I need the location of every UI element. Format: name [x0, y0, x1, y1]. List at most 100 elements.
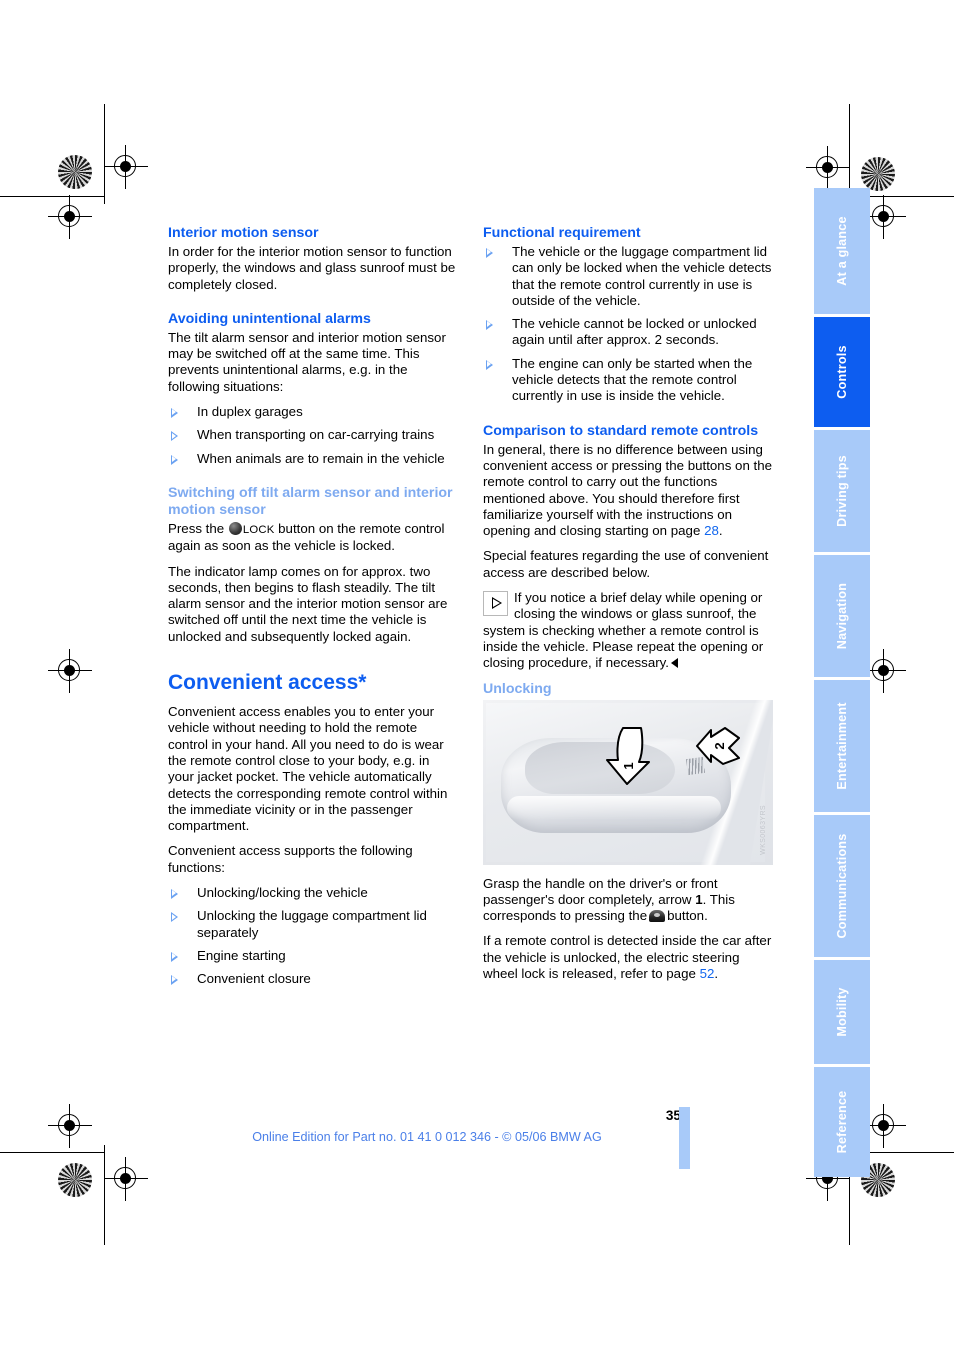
paragraph-comparison: In general, there is no difference betwe… — [483, 442, 773, 540]
page-reference-52[interactable]: 52 — [700, 966, 715, 981]
right-column: Functional requirement The vehicle or th… — [483, 225, 773, 991]
paragraph-avoiding-alarms: The tilt alarm sensor and interior motio… — [168, 329, 446, 394]
tab-at-a-glance[interactable]: At a glance — [814, 188, 870, 314]
heading-convenient-access: Convenient access* — [168, 671, 367, 695]
heading-functional-requirement: Functional requirement — [483, 225, 641, 241]
tab-communications[interactable]: Communications — [814, 815, 870, 957]
tab-label: Navigation — [835, 582, 849, 650]
figure-arrow-2-label: 2 — [712, 742, 727, 749]
list-item: When transporting on car-carrying trains — [168, 427, 458, 443]
tab-reference[interactable]: Reference — [814, 1067, 870, 1177]
registration-mark-top-left-inner — [104, 145, 148, 189]
footer-text: Online Edition for Part no. 01 41 0 012 … — [252, 1130, 602, 1144]
paragraph-special-features: Special features regarding the use of co… — [483, 548, 769, 580]
page-number: 35 — [665, 1108, 681, 1123]
list-functional-requirements: The vehicle or the luggage compartment l… — [483, 244, 773, 405]
crop-line-top-left-h — [0, 196, 104, 198]
note-triangle-icon — [483, 591, 508, 617]
registration-mark-top-right-inner — [806, 146, 850, 190]
press-lock-pre: Press the — [168, 520, 225, 536]
figure-door-handle: 1 2 WKS0063YRS — [483, 699, 773, 865]
figure-arrow-1: 1 — [605, 726, 655, 788]
paragraph-press-lock-button: Press the LOCK button on the remote cont… — [168, 521, 458, 555]
bullet-triangle-inner-icon — [487, 249, 491, 256]
heading-comparison-standard-remote: Comparison to standard remote controls — [483, 422, 759, 439]
subheading-unlocking: Unlocking — [483, 680, 552, 697]
paragraph-convenient-access-functions: Convenient access supports the following… — [168, 843, 413, 875]
tab-driving-tips[interactable]: Driving tips — [814, 430, 870, 552]
tab-label: Driving tips — [835, 455, 849, 527]
heading-interior-motion-sensor: Interior motion sensor — [168, 225, 319, 241]
tab-label: Mobility — [835, 987, 849, 1037]
list-item: Engine starting — [168, 948, 458, 964]
comparison-post: . — [718, 523, 723, 539]
list-item-label: Convenient closure — [197, 971, 311, 987]
list-item-label: Unlocking the luggage compartment lid se… — [197, 908, 427, 940]
list-item: When animals are to remain in the vehicl… — [168, 451, 458, 467]
steering-pre: If a remote control is detected inside t… — [483, 933, 772, 982]
unlock-button-icon — [649, 910, 666, 923]
grasp-arrow-number: 1 — [695, 891, 703, 907]
list-item-label: Engine starting — [197, 947, 286, 963]
list-item-label: The vehicle cannot be locked or unlocked… — [512, 316, 757, 348]
tab-label: At a glance — [835, 216, 849, 286]
registration-mark-top-left-outer — [48, 195, 92, 239]
crop-line-bottom-left-v — [104, 1145, 106, 1245]
crop-line-bottom-left-h — [0, 1152, 104, 1154]
steering-post: . — [714, 966, 719, 982]
list-item: The engine can only be started when the … — [483, 356, 773, 405]
footer-line: Online Edition for Part no. 01 41 0 012 … — [0, 1130, 954, 1144]
registration-mark-mid-left — [48, 649, 92, 693]
star-target-bottom-left — [58, 1163, 92, 1197]
star-target-top-right — [861, 157, 895, 191]
figure-arrow-1-label: 1 — [621, 762, 636, 769]
bullet-triangle-inner-icon — [172, 432, 176, 439]
grasp-pre: Grasp the handle on the driver's or fron… — [483, 875, 718, 907]
figure-handle-highlight — [507, 795, 721, 820]
bullet-triangle-inner-icon — [172, 455, 176, 462]
page-reference-28[interactable]: 28 — [704, 523, 719, 538]
note-end-marker-icon — [671, 658, 679, 669]
list-item-label: The vehicle or the luggage compartment l… — [512, 244, 772, 308]
list-alarm-situations: In duplex garages When transporting on c… — [168, 404, 458, 467]
paragraph-convenient-access-intro: Convenient access enables you to enter y… — [168, 704, 448, 834]
bullet-triangle-inner-icon — [172, 953, 176, 960]
note-text: If you notice a brief delay while openin… — [483, 590, 764, 671]
tab-label: Communications — [835, 833, 849, 939]
tab-entertainment[interactable]: Entertainment — [814, 680, 870, 812]
registration-mark-bottom-left-inner — [104, 1157, 148, 1201]
heading-avoiding-unintentional-alarms: Avoiding unintentional alarms — [168, 310, 371, 327]
subheading-switching-off-tilt-alarm: Switching off tilt alarm sensor and inte… — [168, 484, 453, 518]
list-item-label: When animals are to remain in the vehicl… — [197, 450, 445, 466]
grasp-post: button. — [667, 908, 708, 924]
left-column: Interior motion sensor In order for the … — [168, 225, 458, 997]
paragraph-interior-motion-sensor: In order for the interior motion sensor … — [168, 244, 456, 292]
list-item: Convenient closure — [168, 971, 458, 987]
list-item: Unlocking the luggage compartment lid se… — [168, 908, 458, 941]
comparison-pre: In general, there is no difference betwe… — [483, 441, 773, 539]
bullet-triangle-inner-icon — [487, 360, 491, 367]
list-item: Unlocking/locking the vehicle — [168, 885, 458, 901]
tab-navigation[interactable]: Navigation — [814, 555, 870, 677]
bullet-triangle-inner-icon — [487, 321, 491, 328]
list-item-label: Unlocking/locking the vehicle — [197, 885, 368, 901]
bullet-triangle-inner-icon — [172, 913, 176, 920]
figure-arrow-2: 2 — [695, 726, 741, 766]
list-convenient-access-functions: Unlocking/locking the vehicle Unlocking … — [168, 885, 458, 987]
note-box: If you notice a brief delay while openin… — [483, 590, 773, 671]
lock-button-label: LOCK — [242, 523, 275, 536]
star-target-top-left — [58, 155, 92, 189]
tab-controls[interactable]: Controls — [814, 317, 870, 427]
lock-button-icon — [228, 521, 242, 535]
tab-label: Entertainment — [835, 702, 849, 790]
list-item: The vehicle cannot be locked or unlocked… — [483, 316, 773, 349]
list-item: The vehicle or the luggage compartment l… — [483, 244, 773, 309]
crop-line-top-left-v — [104, 104, 106, 204]
figure-code-label: WKS0063YRS — [759, 804, 767, 855]
bullet-triangle-inner-icon — [172, 409, 176, 416]
list-item-label: The engine can only be started when the … — [512, 355, 753, 404]
tab-mobility[interactable]: Mobility — [814, 960, 870, 1064]
paragraph-steering-wheel-lock: If a remote control is detected inside t… — [483, 933, 773, 982]
paragraph-indicator-lamp: The indicator lamp comes on for approx. … — [168, 563, 448, 644]
bullet-triangle-inner-icon — [172, 976, 176, 983]
